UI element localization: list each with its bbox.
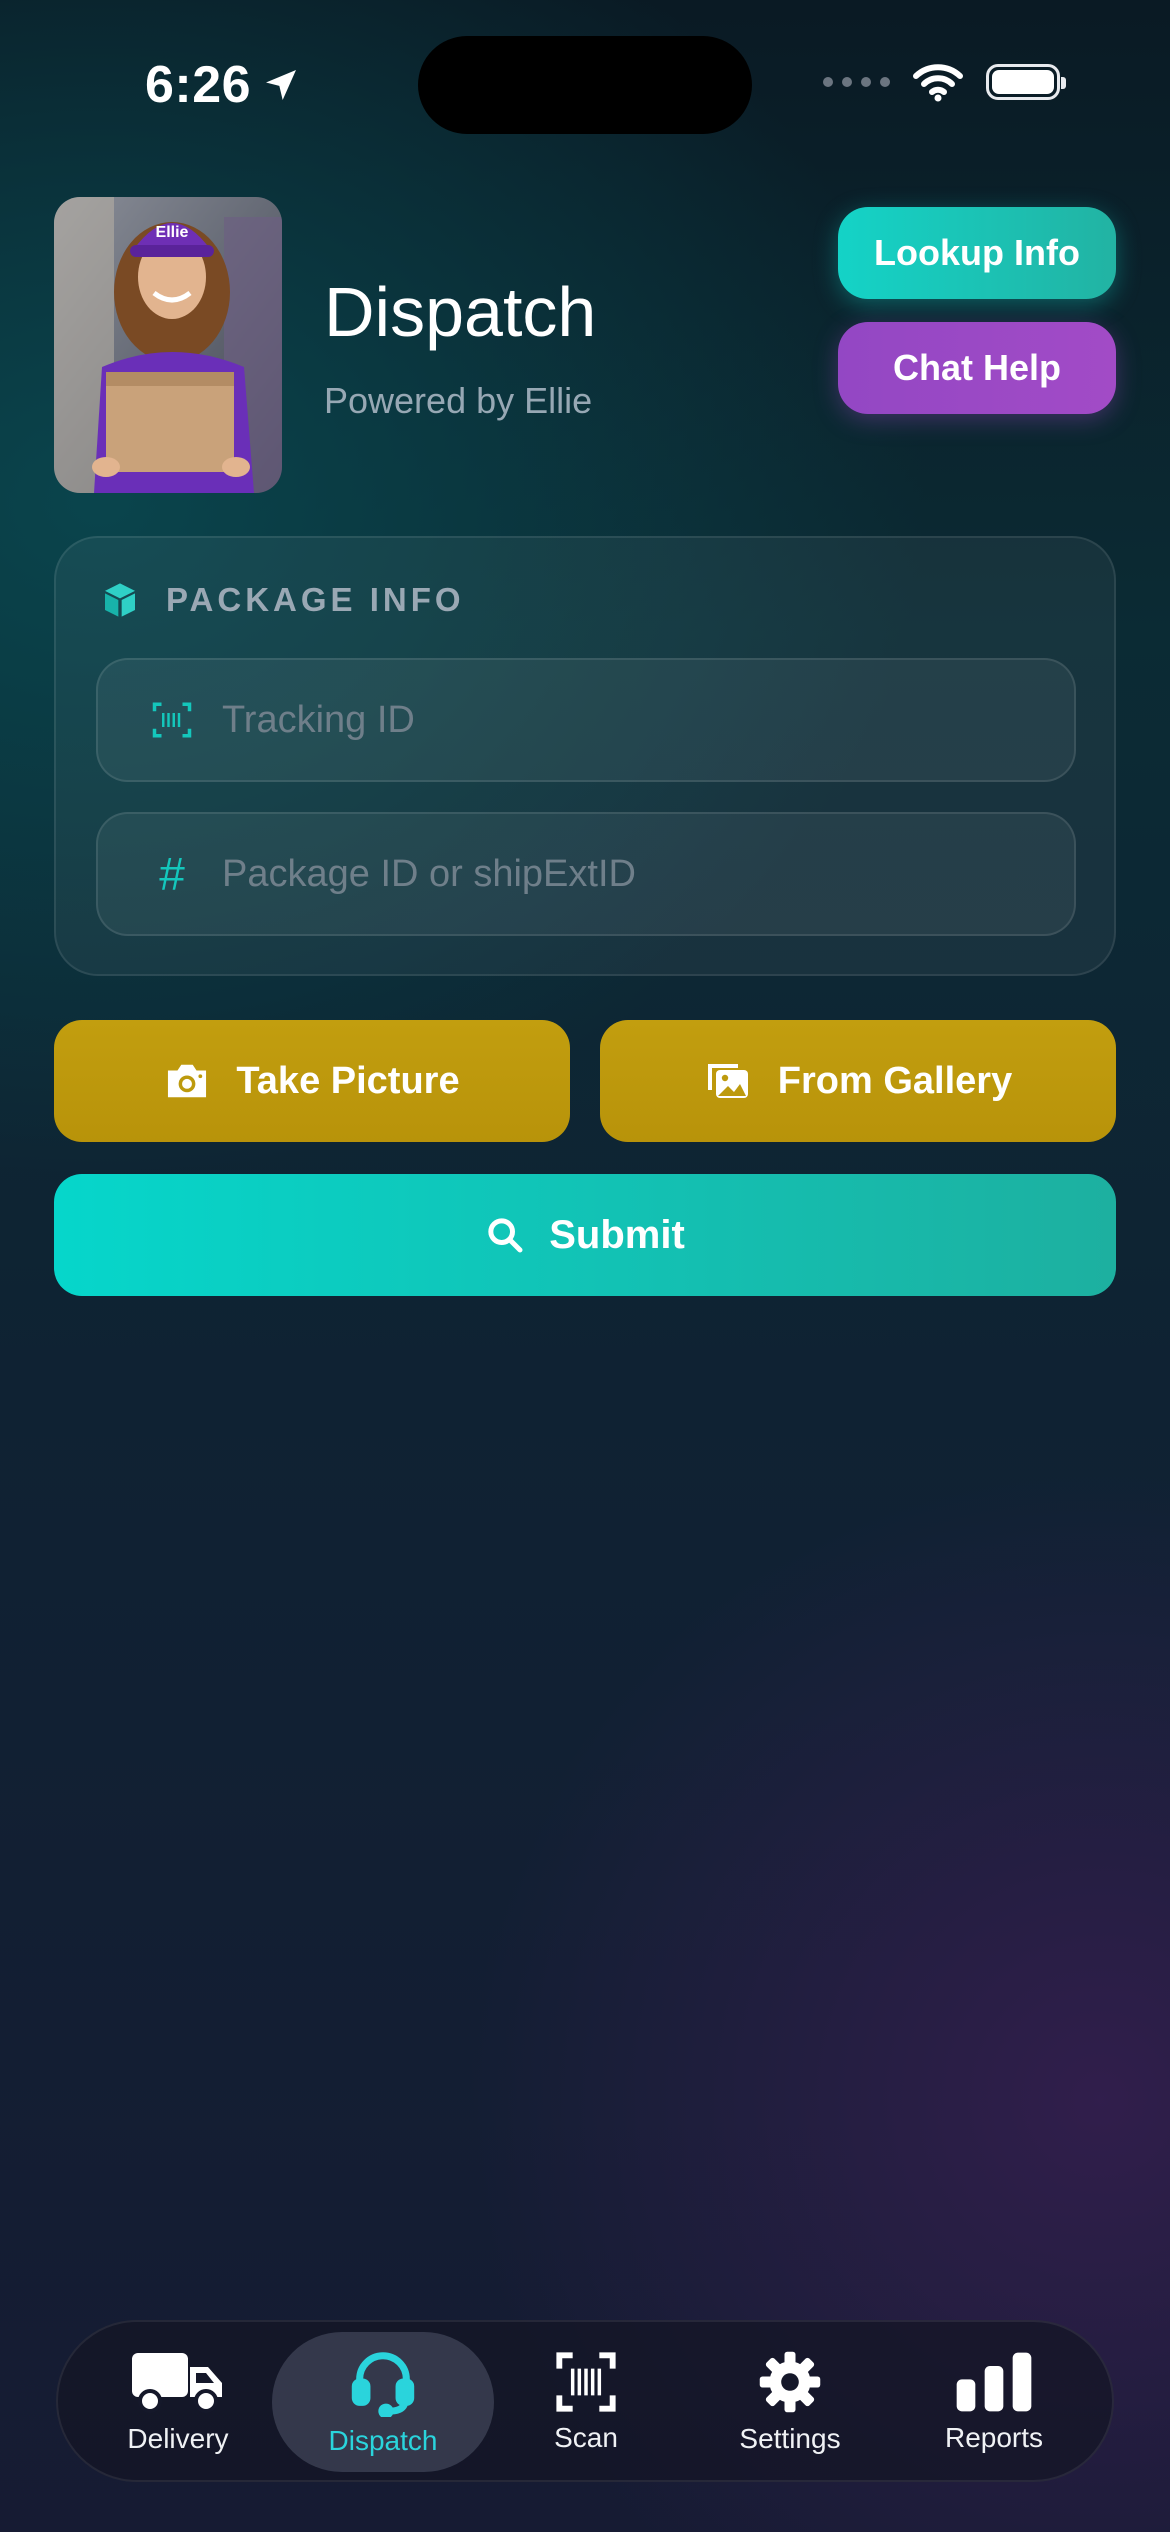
page-subtitle: Powered by Ellie [324, 380, 593, 421]
package-cube-icon [105, 583, 135, 617]
location-arrow-icon [266, 70, 297, 100]
from-gallery-label: From Gallery [777, 1059, 1013, 1102]
lookup-info-button[interactable]: Lookup Info [838, 207, 1116, 299]
tracking-id-input[interactable] [220, 697, 1074, 743]
search-icon [488, 1218, 523, 1253]
tab-scan-label: Scan [554, 2422, 618, 2453]
bottom-tab-bar: Delivery Dispatch Scan Settings Reports [56, 2320, 1114, 2482]
status-time-text: 6:26 [145, 56, 252, 114]
page-title: Dispatch [324, 273, 597, 351]
package-id-field[interactable]: # [96, 812, 1076, 936]
wifi-icon [913, 64, 963, 102]
gear-icon [759, 2351, 821, 2413]
cellular-signal-icon [823, 77, 890, 87]
package-info-header: PACKAGE INFO [100, 580, 465, 620]
tab-settings-label: Settings [739, 2423, 841, 2454]
gallery-images-icon [707, 1064, 748, 1098]
headset-icon [351, 2352, 415, 2417]
hash-icon: # [159, 848, 185, 900]
barcode-scan-icon [556, 2352, 616, 2412]
tab-reports-label: Reports [944, 2422, 1044, 2453]
tab-settings[interactable]: Settings [690, 2332, 890, 2472]
tab-reports[interactable]: Reports [894, 2332, 1094, 2472]
tab-delivery-label: Delivery [127, 2423, 229, 2454]
submit-label: Submit [549, 1212, 685, 1257]
take-picture-button[interactable]: Take Picture [54, 1020, 570, 1142]
status-time: 6:26 [145, 55, 301, 115]
barcode-scan-icon [142, 699, 202, 741]
tab-scan[interactable]: Scan [486, 2332, 686, 2472]
battery-icon [986, 64, 1066, 100]
truck-icon [132, 2353, 222, 2413]
package-info-title: PACKAGE INFO [166, 581, 465, 618]
from-gallery-button[interactable]: From Gallery [600, 1020, 1116, 1142]
take-picture-label: Take Picture [236, 1059, 460, 1102]
avatar-cap-text: Ellie [156, 224, 189, 241]
status-indicators [823, 62, 1066, 102]
tab-dispatch-label: Dispatch [328, 2425, 438, 2456]
submit-button[interactable]: Submit [54, 1174, 1116, 1296]
assistant-avatar: Ellie [54, 197, 282, 493]
tab-delivery[interactable]: Delivery [78, 2332, 278, 2472]
chat-help-button[interactable]: Chat Help [838, 322, 1116, 414]
package-info-card: PACKAGE INFO # [54, 536, 1116, 976]
tracking-id-field[interactable] [96, 658, 1076, 782]
package-id-input[interactable] [220, 851, 1074, 897]
tab-dispatch[interactable]: Dispatch [272, 2332, 494, 2472]
bar-chart-icon [956, 2352, 1032, 2412]
camera-icon [168, 1064, 207, 1098]
dynamic-island [418, 36, 752, 134]
